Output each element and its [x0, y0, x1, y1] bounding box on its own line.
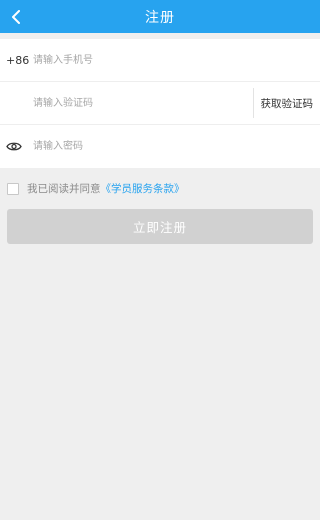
chevron-left-icon	[12, 9, 20, 24]
header-bar: 注册	[0, 0, 320, 33]
verification-code-input[interactable]	[33, 82, 253, 124]
back-button[interactable]	[0, 0, 32, 33]
phone-input[interactable]	[33, 39, 320, 81]
password-input[interactable]	[33, 125, 320, 168]
code-row: 获取验证码	[0, 82, 320, 125]
page-title: 注册	[145, 9, 175, 26]
password-row	[0, 125, 320, 168]
toggle-password-visibility[interactable]	[0, 141, 33, 152]
agreement-checkbox[interactable]	[7, 182, 19, 195]
eye-icon	[6, 142, 22, 151]
agreement-row: 我已阅读并同意 《学员服务条款》	[0, 168, 320, 209]
get-code-button[interactable]: 获取验证码	[252, 88, 320, 118]
register-button[interactable]: 立即注册	[7, 209, 313, 244]
phone-row: +86	[0, 39, 320, 82]
country-code: +86	[6, 53, 30, 67]
terms-link[interactable]: 《学员服务条款》	[101, 181, 185, 196]
register-form: +86 获取验证码	[0, 39, 320, 168]
agreement-text: 我已阅读并同意	[27, 183, 101, 195]
